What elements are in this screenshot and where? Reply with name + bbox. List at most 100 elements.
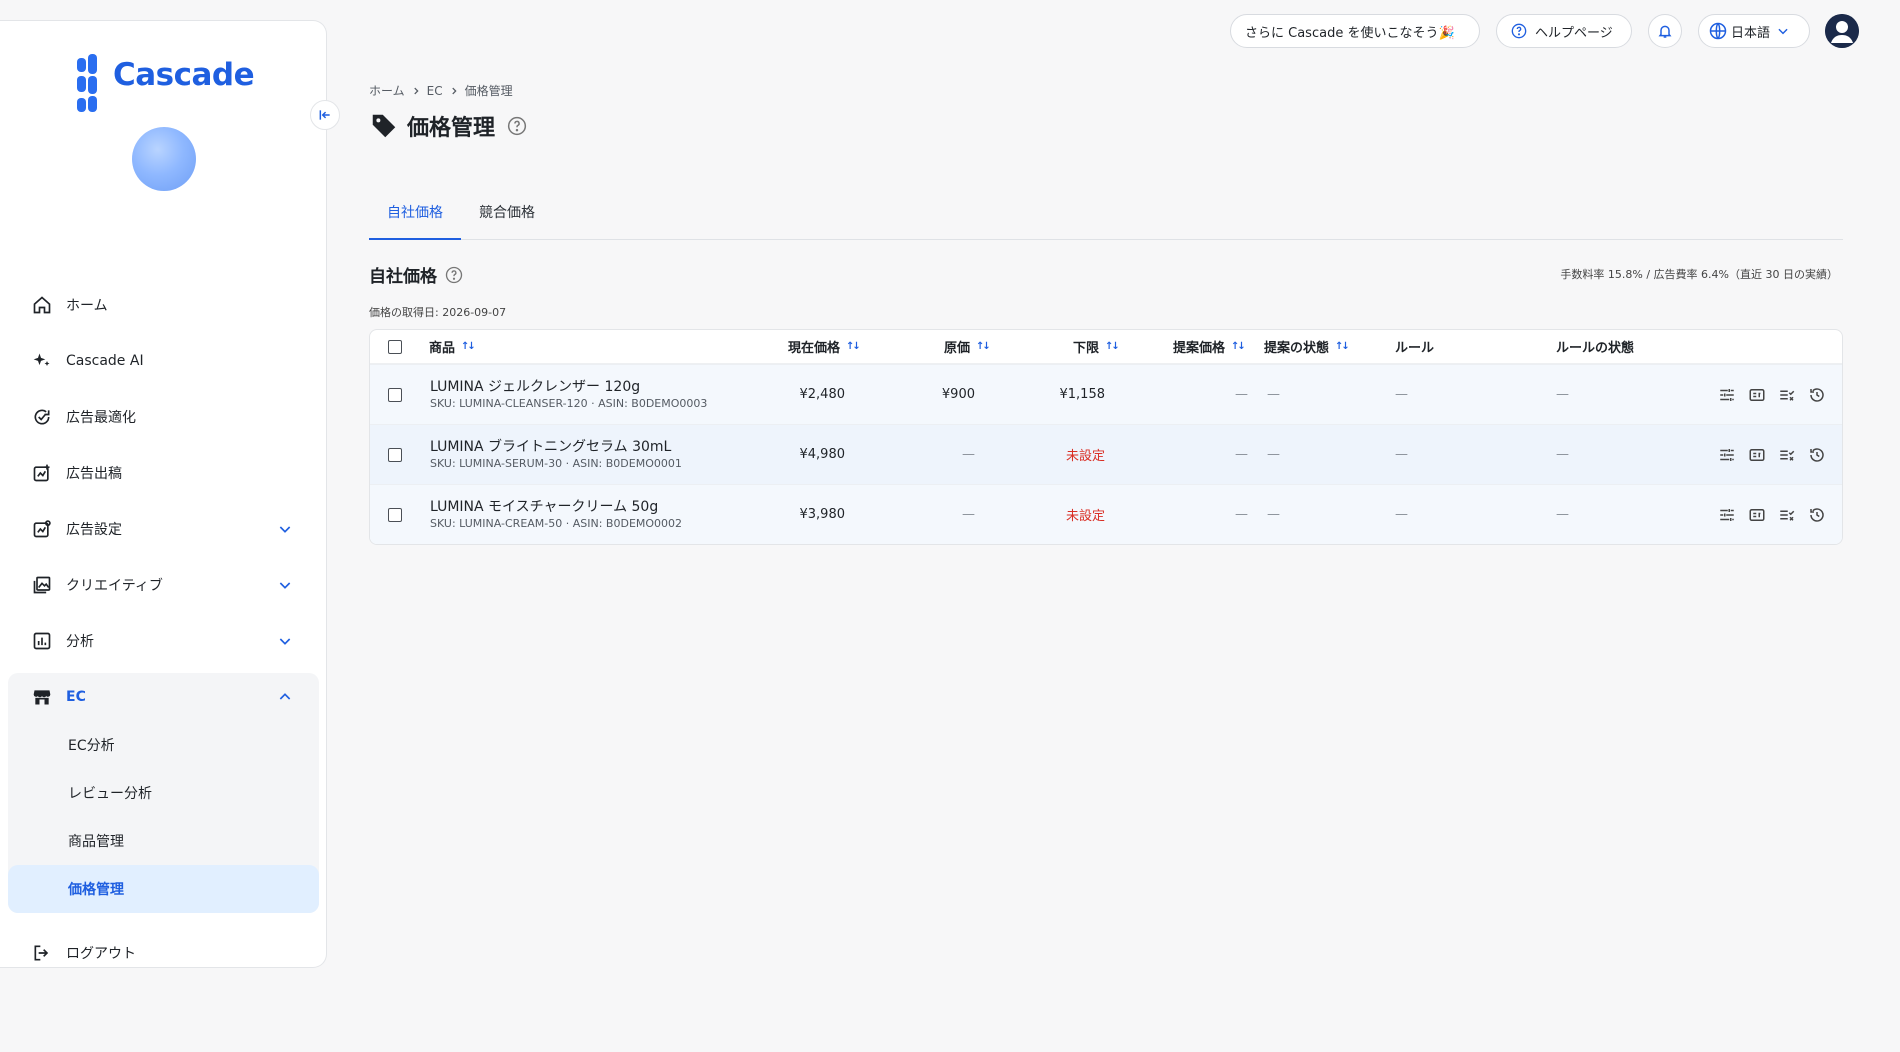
tab-own-price[interactable]: 自社価格: [369, 198, 461, 240]
workspace-avatar[interactable]: [132, 127, 196, 191]
fee-rate-text: 手数料率 15.8% / 広告費率 6.4%（直近 30 日の実績）: [1560, 268, 1838, 281]
breadcrumb-home[interactable]: ホーム: [369, 82, 405, 99]
chevron-up-icon[interactable]: [277, 689, 293, 705]
floor-price: ¥1,158: [1059, 387, 1106, 402]
cost-price: ¥900: [941, 387, 975, 402]
price-fetch-date: 価格の取得日: 2026-09-07: [369, 306, 507, 319]
sidebar-item-ad-settings[interactable]: 広告設定: [8, 505, 319, 553]
column-header-proposed-price[interactable]: 提案価格 ↑↓: [1173, 330, 1246, 363]
sort-icon: ↑↓: [1231, 341, 1246, 352]
tab-competitor-price[interactable]: 競合価格: [461, 198, 553, 240]
sidebar-item-analysis[interactable]: 分析: [8, 617, 319, 665]
price-card-icon[interactable]: [1748, 506, 1766, 524]
language-select[interactable]: 日本語: [1698, 14, 1810, 48]
table-row[interactable]: LUMINA ブライトニングセラム 30mL SKU: LUMINA-SERUM…: [370, 424, 1842, 484]
sidebar-item-ec[interactable]: EC: [8, 673, 319, 721]
sort-icon: ↑↓: [1105, 341, 1120, 352]
row-actions: [1718, 485, 1826, 544]
row-checkbox[interactable]: [388, 507, 402, 522]
history-icon[interactable]: [1808, 446, 1826, 464]
breadcrumb: ホーム EC 価格管理: [369, 82, 513, 99]
row-actions: [1718, 425, 1826, 484]
checklist-icon[interactable]: [1778, 386, 1796, 404]
price-card-icon[interactable]: [1748, 446, 1766, 464]
sort-icon: ↑↓: [846, 341, 861, 352]
sidebar-item-ad-publish[interactable]: 広告出稿: [8, 449, 319, 497]
help-circle-icon[interactable]: [445, 266, 463, 284]
sliders-icon[interactable]: [1718, 386, 1736, 404]
price-card-icon[interactable]: [1748, 386, 1766, 404]
history-icon[interactable]: [1808, 506, 1826, 524]
sidebar-item-ad-optimization[interactable]: 広告最適化: [8, 393, 319, 441]
chevron-down-icon[interactable]: [277, 521, 293, 537]
sidebar-subitem-product-management[interactable]: 商品管理: [8, 817, 319, 865]
proposal-status: —: [1267, 447, 1280, 462]
user-avatar[interactable]: [1825, 14, 1859, 48]
table-row[interactable]: LUMINA ジェルクレンザー 120g SKU: LUMINA-CLEANSE…: [370, 364, 1842, 424]
tag-icon: [372, 114, 396, 138]
chevron-down-icon[interactable]: [277, 577, 293, 593]
table-row[interactable]: LUMINA モイスチャークリーム 50g SKU: LUMINA-CREAM-…: [370, 484, 1842, 544]
sidebar-subitem-price-management[interactable]: 価格管理: [8, 865, 319, 913]
sidebar-item-label: ホーム: [66, 298, 108, 314]
proposal-status: —: [1267, 387, 1280, 402]
tabs: 自社価格 競合価格: [369, 198, 1843, 240]
history-icon[interactable]: [1808, 386, 1826, 404]
sidebar-item-label: クリエイティブ: [66, 578, 163, 594]
cascade-logo[interactable]: Cascade: [77, 54, 255, 112]
column-header-product[interactable]: 商品 ↑↓: [429, 330, 476, 363]
help-circle-icon[interactable]: [507, 116, 527, 136]
checklist-icon[interactable]: [1778, 446, 1796, 464]
help-button[interactable]: ヘルプページ: [1496, 14, 1632, 48]
column-header-cost[interactable]: 原価 ↑↓: [944, 330, 991, 363]
current-price: ¥4,980: [799, 447, 846, 462]
table-header: 商品 ↑↓ 現在価格 ↑↓ 原価 ↑↓ 下限 ↑↓ 提案価格 ↑↓ 提案の状態 ↑↓ ルール…: [370, 330, 1842, 364]
collapse-sidebar-button[interactable]: [310, 100, 340, 130]
product-name: LUMINA ブライトニングセラム 30mL: [430, 439, 672, 455]
sidebar-item-label: Cascade AI: [66, 353, 144, 369]
proposal-status: —: [1267, 507, 1280, 522]
logo-text: Cascade: [113, 57, 255, 93]
sidebar-item-logout[interactable]: ログアウト: [8, 929, 319, 977]
sidebar-item-creative[interactable]: クリエイティブ: [8, 561, 319, 609]
rule: —: [1395, 447, 1408, 462]
logo-mark-icon: [77, 54, 107, 112]
sidebar-subitem-review-analysis[interactable]: レビュー分析: [8, 769, 319, 817]
chevron-down-icon[interactable]: [277, 633, 293, 649]
breadcrumb-ec[interactable]: EC: [427, 84, 443, 98]
column-header-proposal-status[interactable]: 提案の状態 ↑↓: [1264, 330, 1350, 363]
checklist-icon[interactable]: [1778, 506, 1796, 524]
chevron-down-icon: [1778, 28, 1788, 35]
select-all-checkbox[interactable]: [388, 339, 402, 354]
chart-icon: [33, 632, 51, 650]
page-title: 価格管理: [369, 110, 527, 142]
product-sku: SKU: LUMINA-CLEANSER-120 · ASIN: B0DEMO0…: [430, 397, 708, 410]
proposed-price: —: [1235, 507, 1248, 522]
sliders-icon[interactable]: [1718, 506, 1736, 524]
row-checkbox[interactable]: [388, 447, 402, 462]
store-icon: [33, 690, 51, 705]
sidebar-item-home[interactable]: ホーム: [8, 281, 319, 329]
column-header-floor[interactable]: 下限 ↑↓: [1073, 330, 1120, 363]
sidebar-item-cascade-ai[interactable]: Cascade AI: [8, 337, 319, 385]
product-sku: SKU: LUMINA-CREAM-50 · ASIN: B0DEMO0002: [430, 517, 683, 530]
cost-price: —: [962, 507, 975, 522]
sidebar: Cascade ホーム Cascade AI 広告最適化 広告出稿 広告設定 ク…: [0, 20, 327, 968]
rule-status: —: [1556, 387, 1569, 402]
column-header-current-price[interactable]: 現在価格 ↑↓: [788, 330, 861, 363]
section-title: 自社価格: [369, 262, 463, 287]
sidebar-nav: ホーム Cascade AI 広告最適化 広告出稿 広告設定 クリエイティブ 分…: [8, 281, 319, 985]
notifications-button[interactable]: [1648, 14, 1682, 48]
sidebar-subitem-ec-analysis[interactable]: EC分析: [8, 721, 319, 769]
page-title-text: 価格管理: [407, 116, 496, 141]
sort-icon: ↑↓: [976, 341, 991, 352]
optimize-icon: [34, 409, 50, 425]
column-header-rule: ルール: [1395, 341, 1435, 356]
floor-price: 未設定: [1065, 509, 1105, 524]
row-checkbox[interactable]: [388, 387, 402, 402]
floor-price: 未設定: [1065, 449, 1105, 464]
promo-button[interactable]: さらに Cascade を使いこなそう🎉: [1230, 14, 1480, 48]
column-header-rule-status: ルールの状態: [1556, 341, 1635, 356]
sliders-icon[interactable]: [1718, 446, 1736, 464]
help-label: ヘルプページ: [1535, 25, 1613, 41]
